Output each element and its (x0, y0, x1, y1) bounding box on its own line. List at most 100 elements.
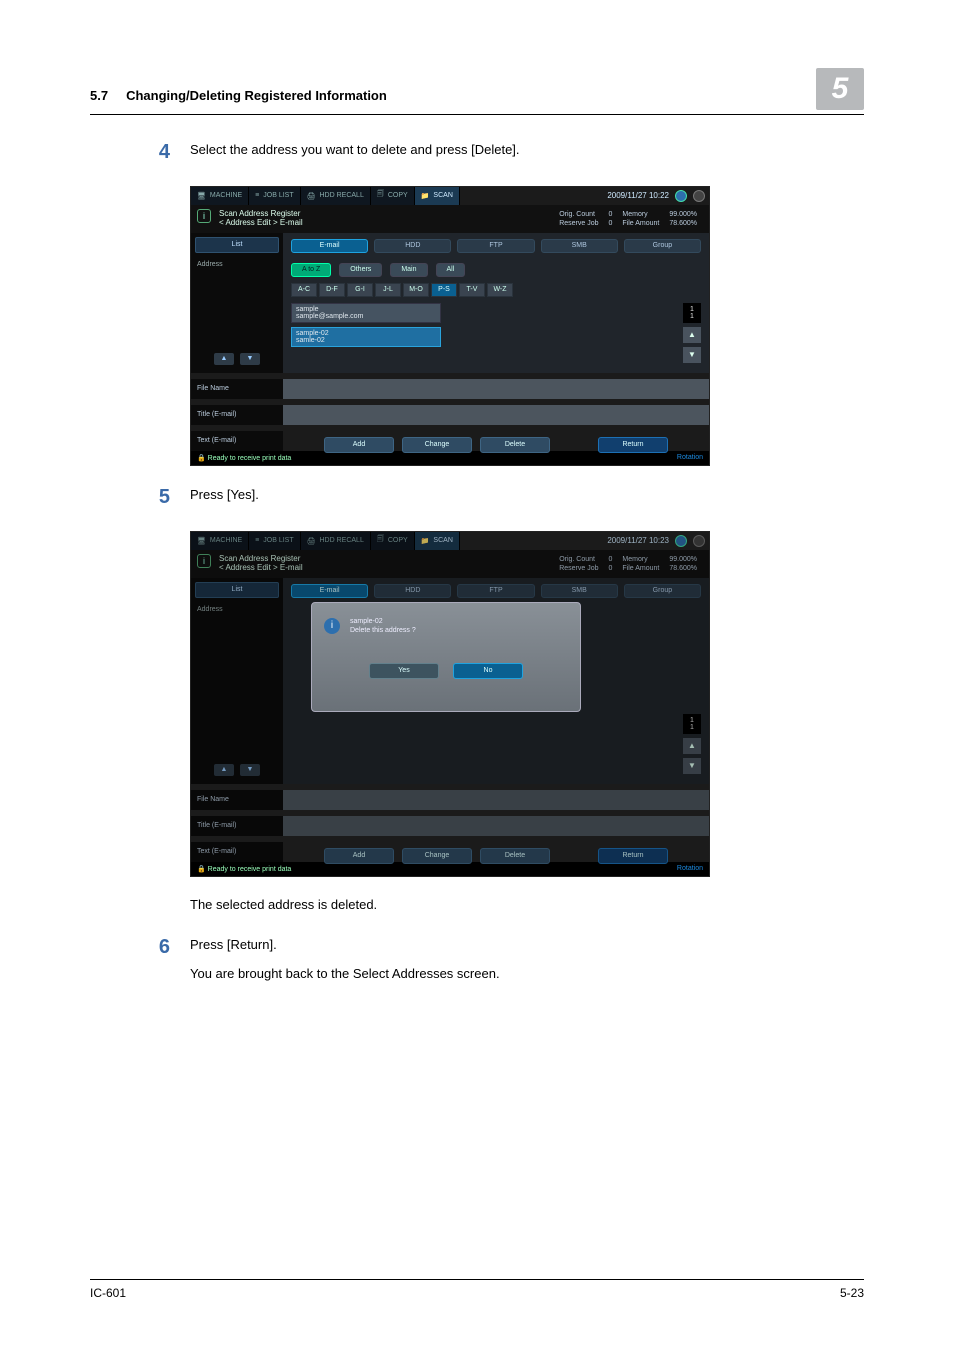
alpha-ac[interactable]: A-C (291, 283, 317, 297)
address-entry-1[interactable]: sample sample@sample.com (291, 303, 441, 323)
file-name-label: File Name (191, 790, 283, 810)
return-button[interactable]: Return (598, 437, 668, 453)
step-6-number: 6 (90, 936, 170, 994)
status-text: Ready to receive print data (208, 866, 292, 873)
tab-email[interactable]: E-mail (291, 239, 368, 253)
tab-ftp[interactable]: FTP (457, 239, 534, 253)
nav-hddrecall[interactable]: 🖨 HDD RECALL (301, 532, 371, 550)
nav-hddrecall[interactable]: 🖨 HDD RECALL (301, 187, 371, 205)
text-label: Text (E-mail) (191, 431, 283, 451)
breadcrumb: Scan Address Register < Address Edit > E… (219, 209, 303, 228)
footer-model: IC-601 (90, 1286, 126, 1300)
alpha-gi[interactable]: G-I (347, 283, 373, 297)
tab-ftp[interactable]: FTP (457, 584, 534, 598)
counters: Orig. Count0Memory99.000%Reserve Job0Fil… (553, 554, 703, 574)
side-address-label: Address (195, 602, 279, 617)
section-title: Changing/Deleting Registered Information (126, 88, 387, 103)
scroll-up-icon[interactable]: ▲ (683, 738, 701, 754)
breadcrumb: Scan Address Register< Address Edit > E-… (219, 554, 303, 573)
screenshot-delete-selection: 🖥 MACHINE ≡ JOB LIST 🖨 HDD RECALL 🗐 COPY… (190, 186, 710, 466)
help-icon[interactable] (675, 190, 687, 202)
title-label: Title (E-mail) (191, 816, 283, 836)
alpha-mo[interactable]: M-O (403, 283, 429, 297)
text-label: Text (E-mail) (191, 842, 283, 862)
step-5-number: 5 (90, 486, 170, 515)
tab-hdd[interactable]: HDD (374, 239, 451, 253)
change-button: Change (402, 848, 472, 864)
change-button[interactable]: Change (402, 437, 472, 453)
file-name-input (283, 790, 709, 810)
nav-copy[interactable]: 🗐 COPY (371, 532, 415, 550)
scroll-down-icon[interactable]: ▼ (683, 347, 701, 363)
tab-hdd[interactable]: HDD (374, 584, 451, 598)
help-icon[interactable] (675, 535, 687, 547)
section-number: 5.7 (90, 88, 108, 103)
nav-copy[interactable]: 🗐 COPY (371, 187, 415, 205)
chapter-number-box: 5 (816, 68, 864, 110)
page-indicator: 1 1 (683, 714, 701, 734)
filter-others[interactable]: Others (339, 263, 382, 277)
delete-button[interactable]: Delete (480, 437, 550, 453)
nav-joblist[interactable]: ≡ JOB LIST (249, 532, 300, 550)
nav-machine[interactable]: 🖥 MACHINE (191, 532, 249, 550)
alpha-df[interactable]: D-F (319, 283, 345, 297)
tab-smb[interactable]: SMB (541, 239, 618, 253)
alpha-wz[interactable]: W-Z (487, 283, 513, 297)
filter-all[interactable]: All (436, 263, 466, 277)
return-button: Return (598, 848, 668, 864)
address-entry-2[interactable]: sample-02 samle-02 (291, 327, 441, 347)
datetime: 2009/11/27 10:22 (607, 191, 669, 200)
counters: Orig. Count0 Memory99.000% Reserve Job0 … (553, 209, 703, 229)
rotation-indicator: Rotation (677, 454, 703, 461)
step-4-number: 4 (90, 141, 170, 170)
tab-group[interactable]: Group (624, 584, 701, 598)
add-button: Add (324, 848, 394, 864)
dialog-yes-button[interactable]: Yes (369, 663, 439, 679)
step-6-text1: Press [Return]. (190, 936, 864, 955)
side-address-label: Address (195, 257, 279, 272)
tab-group[interactable]: Group (624, 239, 701, 253)
page-up-icon[interactable]: ▲ (214, 764, 234, 776)
info-icon: i (197, 209, 211, 223)
confirm-delete-dialog: i sample-02 Delete this address ? Yes No (311, 602, 581, 712)
file-name-input[interactable] (283, 379, 709, 399)
tab-email[interactable]: E-mail (291, 584, 368, 598)
step-4-text: Select the address you want to delete an… (190, 141, 864, 160)
side-list[interactable]: List (195, 237, 279, 253)
add-button[interactable]: Add (324, 437, 394, 453)
page-down-icon[interactable]: ▼ (240, 353, 260, 365)
step-5-text: Press [Yes]. (190, 486, 864, 505)
dialog-no-button[interactable]: No (453, 663, 523, 679)
page-indicator: 1 1 (683, 303, 701, 323)
page-up-icon[interactable]: ▲ (214, 353, 234, 365)
title-input (283, 816, 709, 836)
scroll-up-icon[interactable]: ▲ (683, 327, 701, 343)
screenshot-confirm-dialog: 🖥 MACHINE ≡ JOB LIST 🖨 HDD RECALL 🗐 COPY… (190, 531, 710, 877)
status-text: Ready to receive print data (208, 455, 292, 462)
nav-scan[interactable]: 📁 SCAN (415, 532, 460, 550)
page-footer: IC-601 5-23 (90, 1279, 864, 1300)
nav-scan[interactable]: 📁 SCAN (415, 187, 460, 205)
footer-page: 5-23 (840, 1286, 864, 1300)
title-input[interactable] (283, 405, 709, 425)
title-label: Title (E-mail) (191, 405, 283, 425)
step-5-result: The selected address is deleted. (190, 897, 864, 912)
nav-joblist[interactable]: ≡ JOB LIST (249, 187, 300, 205)
alpha-tv[interactable]: T-V (459, 283, 485, 297)
delete-button: Delete (480, 848, 550, 864)
scroll-down-icon[interactable]: ▼ (683, 758, 701, 774)
alpha-ps[interactable]: P-S (431, 283, 457, 297)
tab-smb[interactable]: SMB (541, 584, 618, 598)
filter-main[interactable]: Main (390, 263, 427, 277)
nav-machine[interactable]: 🖥 MACHINE (191, 187, 249, 205)
datetime: 2009/11/27 10:23 (607, 536, 669, 545)
alpha-jl[interactable]: J-L (375, 283, 401, 297)
settings-icon[interactable] (693, 535, 705, 547)
filter-atoz[interactable]: A to Z (291, 263, 331, 277)
side-list[interactable]: List (195, 582, 279, 598)
file-name-label: File Name (191, 379, 283, 399)
step-6-text2: You are brought back to the Select Addre… (190, 965, 864, 984)
page-header: 5.7 Changing/Deleting Registered Informa… (90, 80, 864, 115)
settings-icon[interactable] (693, 190, 705, 202)
page-down-icon[interactable]: ▼ (240, 764, 260, 776)
